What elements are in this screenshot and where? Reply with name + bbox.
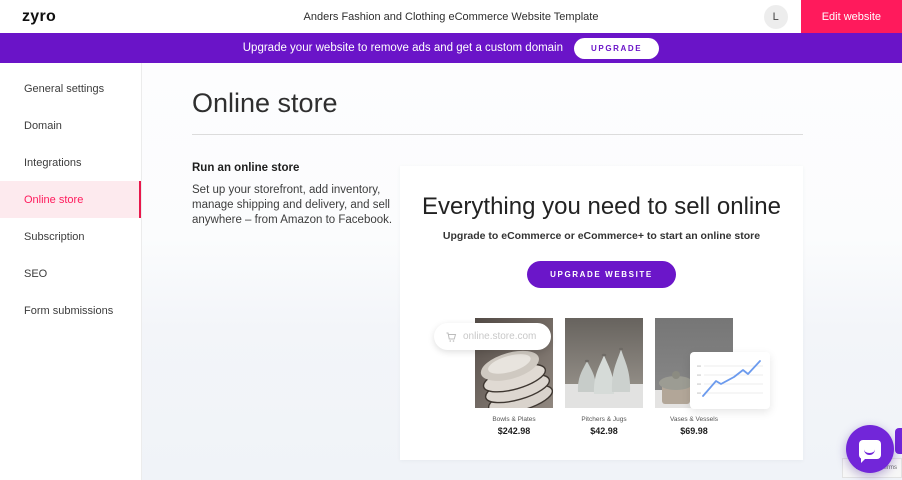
store-url-text: online.store.com (463, 331, 536, 342)
product-card-pitchers: Pitchers & Jugs $42.98 (565, 318, 643, 436)
sidebar-item-label: Form submissions (24, 305, 113, 317)
upgrade-card: Everything you need to sell online Upgra… (400, 166, 803, 460)
user-avatar[interactable]: L (764, 5, 788, 29)
section-heading: Run an online store (192, 162, 410, 174)
section-description: Set up your storefront, add inventory, m… (192, 183, 410, 228)
sidebar-item-domain[interactable]: Domain (0, 107, 141, 144)
sidebar-item-label: Subscription (24, 231, 85, 243)
product-price: $69.98 (655, 426, 733, 436)
sidebar-item-subscription[interactable]: Subscription (0, 218, 141, 255)
sidebar-item-online-store[interactable]: Online store (0, 181, 141, 218)
cart-icon (445, 331, 457, 343)
sidebar-item-label: General settings (24, 83, 104, 95)
analytics-card (690, 352, 770, 409)
store-url-pill: online.store.com (434, 323, 551, 350)
page-body: General settings Domain Integrations Onl… (0, 63, 902, 480)
upgrade-card-heading: Everything you need to sell online (400, 193, 803, 221)
top-bar: zyro Anders Fashion and Clothing eCommer… (0, 0, 902, 33)
upgrade-card-subheading: Upgrade to eCommerce or eCommerce+ to st… (400, 230, 803, 242)
title-divider (192, 134, 803, 135)
topbar-actions: L Edit website (764, 0, 902, 33)
analytics-line-chart-icon (690, 352, 770, 409)
sidebar-item-general-settings[interactable]: General settings (0, 70, 141, 107)
upgrade-banner: Upgrade your website to remove ads and g… (0, 33, 902, 63)
product-price: $42.98 (565, 426, 643, 436)
upgrade-banner-button[interactable]: UPGRADE (574, 38, 659, 59)
sidebar-item-label: Domain (24, 120, 62, 132)
upgrade-banner-text: Upgrade your website to remove ads and g… (243, 42, 563, 54)
product-name: Pitchers & Jugs (565, 416, 643, 423)
sidebar-item-label: Integrations (24, 157, 81, 169)
sidebar-item-seo[interactable]: SEO (0, 255, 141, 292)
page-title: Online store (142, 63, 902, 119)
product-price: $242.98 (475, 426, 553, 436)
zyro-logo: zyro (0, 8, 56, 26)
feedback-side-tab[interactable] (895, 428, 902, 454)
edit-website-button[interactable]: Edit website (801, 0, 902, 33)
product-name: Vases & Vessels (655, 416, 733, 423)
sidebar-item-label: Online store (24, 194, 83, 206)
settings-sidebar: General settings Domain Integrations Onl… (0, 63, 142, 480)
main-content: Online store Run an online store Set up … (142, 63, 902, 480)
upgrade-website-button[interactable]: UPGRADE WEBSITE (527, 261, 676, 288)
product-image-pitchers (565, 318, 643, 408)
chat-bubble-icon (859, 440, 881, 459)
product-name: Bowls & Plates (475, 416, 553, 423)
online-store-description-block: Run an online store Set up your storefro… (192, 162, 410, 228)
chat-launcher-button[interactable] (846, 425, 894, 473)
sidebar-item-form-submissions[interactable]: Form submissions (0, 292, 141, 329)
sidebar-item-integrations[interactable]: Integrations (0, 144, 141, 181)
sidebar-item-label: SEO (24, 268, 47, 280)
